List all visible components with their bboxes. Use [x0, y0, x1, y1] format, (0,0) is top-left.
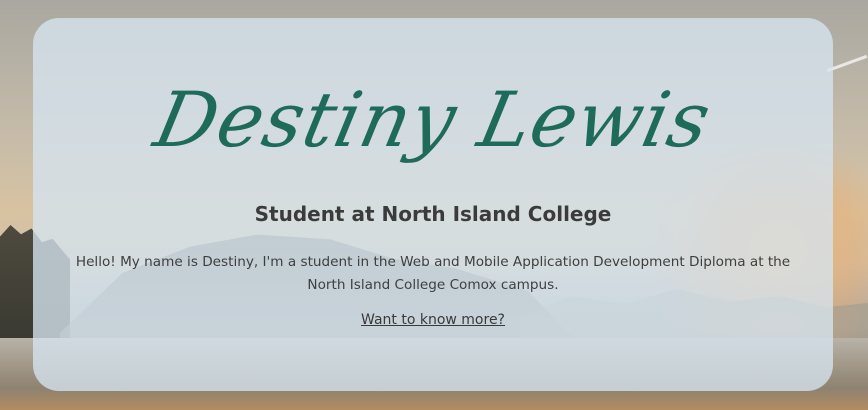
want-to-know-more-link[interactable]: Want to know more?	[33, 312, 833, 328]
hero-intro: Hello! My name is Destiny, I'm a student…	[75, 254, 791, 293]
hero-card: Destiny Lewis Student at North Island Co…	[33, 18, 833, 391]
hero-subtitle: Student at North Island College	[254, 202, 612, 226]
hero-name: Destiny Lewis	[147, 75, 719, 164]
